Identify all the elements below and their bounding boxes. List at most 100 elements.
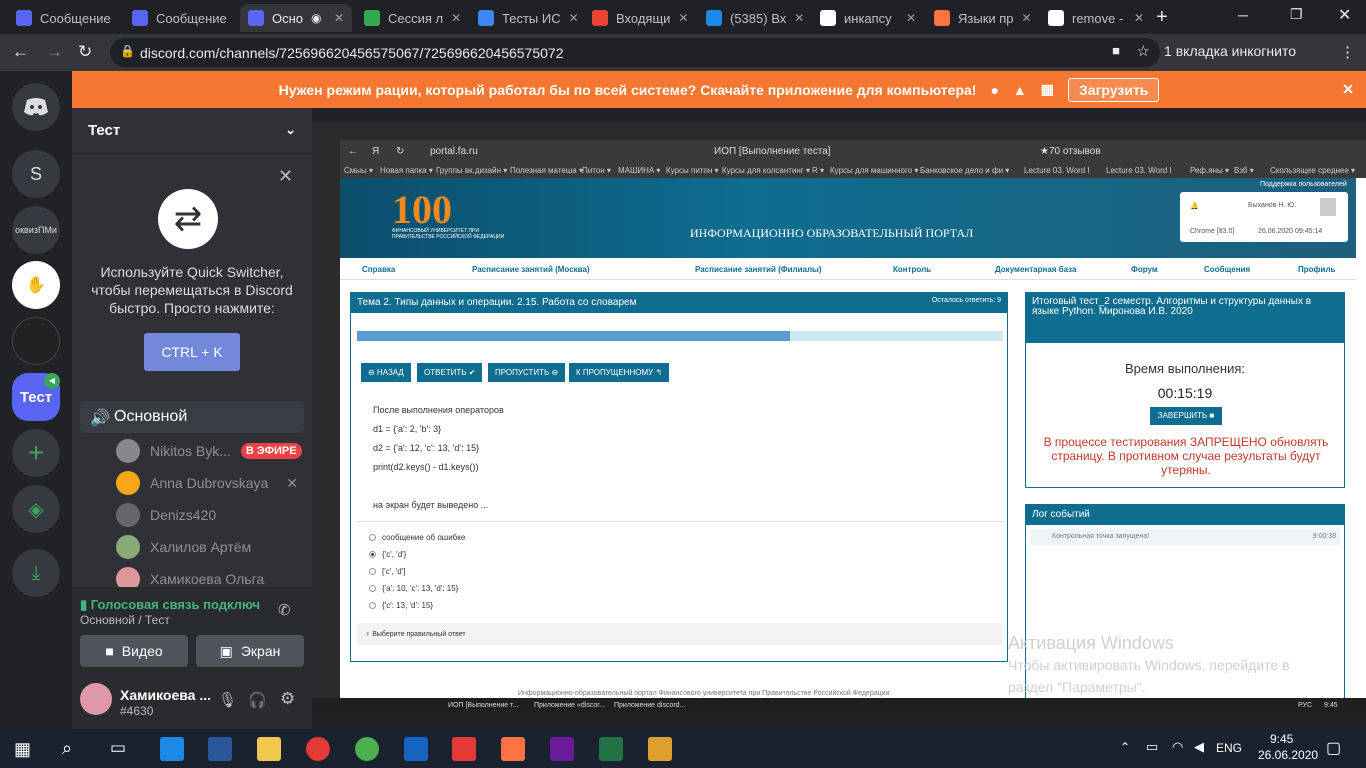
reload-icon[interactable]: ↻ bbox=[78, 42, 92, 62]
voice-user[interactable]: Anna Dubrovskaya ✕ bbox=[116, 471, 298, 495]
support-link[interactable]: Поддержка пользователей bbox=[1260, 181, 1347, 188]
forward-icon[interactable]: → bbox=[46, 42, 63, 62]
app-icon[interactable] bbox=[550, 737, 574, 761]
browser-tab[interactable]: инкапсу ✕ bbox=[812, 4, 924, 32]
tray-chevron-icon[interactable]: ⌃ bbox=[1120, 740, 1130, 754]
chrome-icon[interactable] bbox=[355, 737, 379, 761]
server-kviz[interactable]: оквизПМи bbox=[12, 206, 60, 254]
search-icon[interactable]: ⌕ bbox=[62, 738, 72, 759]
close-tab-icon[interactable]: ✕ bbox=[569, 11, 579, 25]
language-indicator[interactable]: ENG bbox=[1216, 741, 1242, 755]
server-round-avatar[interactable] bbox=[12, 317, 60, 365]
to-skipped-button[interactable]: К ПРОПУЩЕННОМУ ↰ bbox=[569, 363, 670, 382]
clock-time[interactable]: 9:45 bbox=[1270, 732, 1293, 746]
finish-button[interactable]: ЗАВЕРШИТЬ ■ bbox=[1150, 407, 1222, 425]
browser-tab-active[interactable]: Осно ◉ ✕ bbox=[240, 4, 352, 32]
radio[interactable] bbox=[369, 534, 376, 541]
menu-icon[interactable]: ⋮ bbox=[1340, 43, 1355, 61]
bell-icon[interactable]: 🔔 bbox=[1190, 202, 1199, 210]
skip-button[interactable]: ПРОПУСТИТЬ ⊖ bbox=[488, 363, 566, 382]
restore-icon[interactable]: ❐ bbox=[1290, 6, 1303, 23]
back-button[interactable]: ⊖ НАЗАД bbox=[361, 363, 411, 382]
server-hands-avatar[interactable]: ✋ bbox=[12, 261, 60, 309]
nav-documents[interactable]: Документарная база bbox=[995, 265, 1076, 274]
nav-messages[interactable]: Сообщения bbox=[1204, 265, 1250, 274]
close-tab-icon[interactable]: ✕ bbox=[1022, 11, 1032, 25]
browser-tab[interactable]: Сессия л ✕ bbox=[356, 4, 468, 32]
browser-tab[interactable]: Сообщение✕ bbox=[124, 4, 236, 32]
app-icon[interactable] bbox=[404, 737, 428, 761]
yandex-icon[interactable] bbox=[306, 737, 330, 761]
server-s[interactable]: S bbox=[12, 150, 60, 198]
gear-icon[interactable]: ⚙ bbox=[280, 689, 295, 709]
answer-button[interactable]: ОТВЕТИТЬ ✔ bbox=[417, 363, 483, 382]
new-tab-icon[interactable]: + bbox=[1156, 6, 1168, 29]
option-1[interactable]: сообщение об ошибке bbox=[369, 533, 465, 542]
battery-icon[interactable]: ▭ bbox=[1146, 739, 1158, 755]
radio[interactable] bbox=[369, 585, 376, 592]
server-header[interactable]: Тест ⌄ bbox=[72, 108, 312, 154]
close-tab-icon[interactable]: ✕ bbox=[334, 11, 344, 25]
minimize-icon[interactable]: ─ bbox=[1238, 7, 1248, 23]
video-button[interactable]: ■ Видео bbox=[80, 635, 188, 667]
close-tab-icon[interactable]: ✕ bbox=[1134, 11, 1144, 25]
nav-profile[interactable]: Профиль bbox=[1298, 265, 1335, 274]
wifi-icon[interactable]: ◠ bbox=[1172, 739, 1183, 755]
radio-selected[interactable] bbox=[369, 551, 376, 558]
close-tab-icon[interactable]: ✕ bbox=[794, 11, 804, 25]
task-view-icon[interactable]: ▭ bbox=[110, 738, 126, 758]
excel-icon[interactable] bbox=[599, 737, 623, 761]
avatar[interactable] bbox=[80, 683, 112, 715]
radio[interactable] bbox=[369, 602, 376, 609]
discord-home-icon[interactable] bbox=[12, 83, 60, 131]
radio[interactable] bbox=[369, 568, 376, 575]
screen-share-button[interactable]: ▣ Экран bbox=[196, 635, 304, 667]
voice-user[interactable]: Халилов Артём bbox=[116, 535, 251, 559]
disconnect-icon[interactable]: ✆ bbox=[278, 601, 291, 619]
close-icon[interactable]: ✕ bbox=[278, 166, 293, 187]
nav-control[interactable]: Контроль bbox=[893, 265, 931, 274]
app-icon[interactable] bbox=[501, 737, 525, 761]
notifications-icon[interactable]: ▢ bbox=[1326, 738, 1341, 758]
close-tab-icon[interactable]: ✕ bbox=[451, 11, 461, 25]
voice-user[interactable]: Nikitos Byk... В ЭФИРЕ bbox=[116, 439, 302, 463]
star-icon[interactable]: ☆ bbox=[1137, 42, 1150, 60]
windows-start-icon[interactable]: ▦ bbox=[14, 739, 31, 760]
nav-forum[interactable]: Форум bbox=[1131, 265, 1158, 274]
address-bar[interactable]: 🔒 discord.com/channels/72569662045657506… bbox=[110, 38, 1160, 67]
voice-channel-main[interactable]: 🔊 Основной bbox=[80, 401, 304, 433]
nav-schedule-branches[interactable]: Расписание занятий (Филиалы) bbox=[695, 265, 822, 274]
camera-icon[interactable]: ■ bbox=[1112, 43, 1120, 58]
download-apps-icon[interactable]: ⤓ bbox=[12, 549, 60, 597]
microphone-icon[interactable]: 🎙 bbox=[218, 691, 237, 709]
yandex-browser-icon[interactable] bbox=[452, 737, 476, 761]
browser-tab[interactable]: (5385) Вх ✕ bbox=[698, 4, 810, 32]
download-button[interactable]: Загрузить bbox=[1068, 77, 1160, 102]
explore-servers-icon[interactable]: ◈ bbox=[12, 485, 60, 533]
clock-date[interactable]: 26.06.2020 bbox=[1258, 748, 1318, 762]
portal-user-name[interactable]: Быханов Н. Ю. bbox=[1248, 202, 1296, 209]
browser-tab[interactable]: Тесты ИС ✕ bbox=[470, 4, 582, 32]
option-4[interactable]: {'a': 10, 'c': 13, 'd': 15} bbox=[369, 584, 458, 593]
volume-icon[interactable]: ◀ bbox=[1194, 739, 1204, 755]
word-icon[interactable] bbox=[208, 737, 232, 761]
browser-tab[interactable]: remove - ✕ bbox=[1040, 4, 1152, 32]
edge-icon[interactable] bbox=[160, 737, 184, 761]
option-5[interactable]: {'c': 13, 'd': 15} bbox=[369, 601, 433, 610]
nav-schedule-moscow[interactable]: Расписание занятий (Москва) bbox=[472, 265, 590, 274]
explorer-icon[interactable] bbox=[257, 737, 281, 761]
close-icon[interactable]: ✕ bbox=[1342, 81, 1354, 98]
ctrl-k-button[interactable]: CTRL + K bbox=[144, 333, 240, 371]
close-tab-icon[interactable]: ✕ bbox=[235, 11, 236, 25]
add-server-icon[interactable]: + bbox=[12, 429, 60, 477]
close-window-icon[interactable]: ✕ bbox=[1338, 5, 1351, 25]
close-tab-icon[interactable]: ✕ bbox=[906, 11, 916, 25]
voice-channel-path[interactable]: Основной / Тест bbox=[80, 613, 170, 627]
browser-tab[interactable]: Языки пр ✕ bbox=[926, 4, 1038, 32]
voice-user[interactable]: Denizs420 bbox=[116, 503, 216, 527]
back-icon[interactable]: ← bbox=[12, 42, 29, 62]
nav-help[interactable]: Справка bbox=[362, 265, 395, 274]
incognito-label[interactable]: 1 вкладка инкогнито bbox=[1164, 43, 1296, 59]
close-tab-icon[interactable]: ✕ bbox=[678, 11, 688, 25]
app-icon[interactable] bbox=[648, 737, 672, 761]
